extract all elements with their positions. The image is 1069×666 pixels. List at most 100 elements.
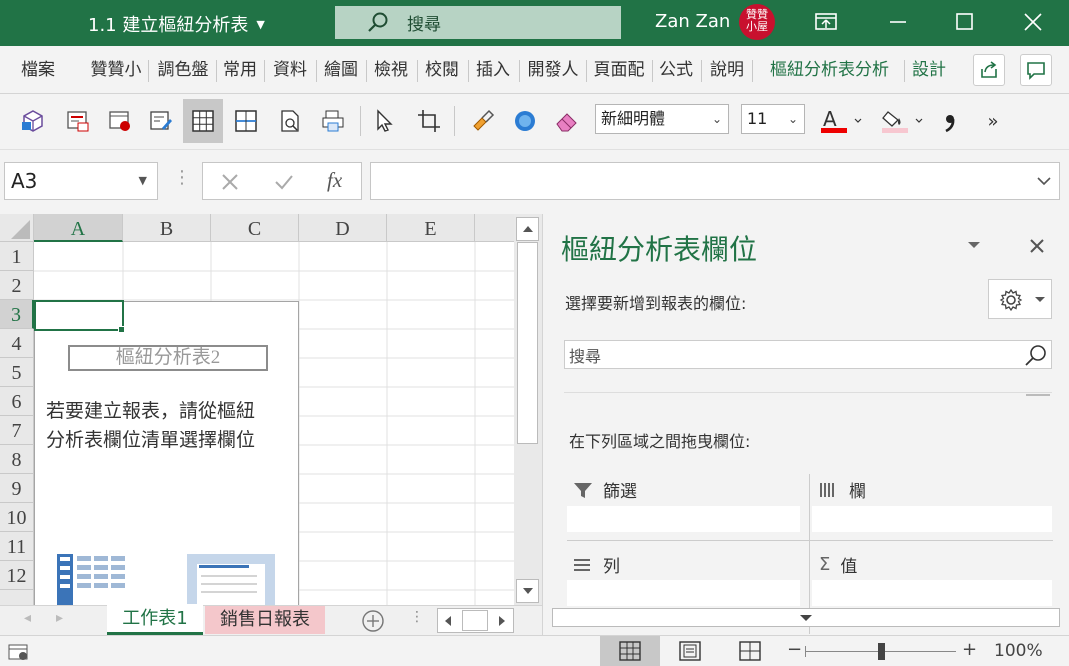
tab-pivottable-analyze[interactable]: 樞紐分析表分析 xyxy=(757,46,902,94)
worksheet-grid[interactable]: A B C D E 1 2 3 4 5 6 7 8 9 10 11 12 樞紐分… xyxy=(0,214,514,605)
row-header-6[interactable]: 6 xyxy=(0,387,34,416)
formula-input[interactable] xyxy=(370,162,1060,200)
format-painter-button[interactable] xyxy=(463,99,503,143)
horizontal-scrollbar[interactable] xyxy=(437,608,514,633)
tools-button[interactable] xyxy=(988,279,1052,319)
tab-insert[interactable]: 插入 xyxy=(472,46,514,94)
normal-view-button[interactable] xyxy=(600,636,660,666)
macro-record-icon[interactable] xyxy=(8,642,30,662)
splitter-handle[interactable] xyxy=(1026,394,1050,396)
record-button[interactable] xyxy=(100,99,140,143)
fill-handle[interactable] xyxy=(118,326,125,333)
filters-drop-zone[interactable] xyxy=(567,506,800,532)
scroll-down-button[interactable] xyxy=(516,579,539,603)
more-tools-button[interactable]: » xyxy=(973,99,1013,143)
defer-layout-bar[interactable] xyxy=(552,608,1060,627)
column-header-e[interactable]: E xyxy=(387,214,475,242)
pane-close-icon[interactable] xyxy=(1029,238,1045,254)
values-drop-zone[interactable] xyxy=(812,580,1052,606)
maximize-icon[interactable] xyxy=(956,13,974,31)
font-size-select[interactable]: 11 ⌄ xyxy=(741,104,805,134)
row-header-3[interactable]: 3 xyxy=(0,300,34,329)
font-color-button[interactable]: A xyxy=(815,99,865,143)
font-name-select[interactable]: 新細明體 ⌄ xyxy=(595,104,729,134)
tab-page-layout[interactable]: 頁面配 xyxy=(589,46,649,94)
tab-home[interactable]: 常用 xyxy=(219,46,261,94)
tab-design[interactable]: 設計 xyxy=(908,46,950,94)
scroll-right-icon[interactable] xyxy=(496,614,508,628)
active-cell-a3[interactable] xyxy=(34,300,124,331)
add-sheet-icon[interactable] xyxy=(361,609,385,633)
row-header-9[interactable]: 9 xyxy=(0,474,34,503)
page-layout-view-icon[interactable] xyxy=(679,641,701,661)
user-name[interactable]: Zan Zan xyxy=(655,11,730,32)
clear-format-button[interactable] xyxy=(547,99,587,143)
check-icon[interactable] xyxy=(274,173,294,191)
tab-file[interactable]: 檔案 xyxy=(17,46,59,94)
print-button[interactable] xyxy=(313,99,353,143)
row-header-13[interactable] xyxy=(0,590,34,605)
column-header-b[interactable]: B xyxy=(123,214,211,242)
shape-circle-button[interactable] xyxy=(505,99,545,143)
column-header-a[interactable]: A xyxy=(34,214,123,242)
zoom-slider-thumb[interactable] xyxy=(878,643,885,660)
select-all-corner[interactable] xyxy=(0,214,34,242)
crop-button[interactable] xyxy=(409,99,449,143)
ribbon-display-icon[interactable] xyxy=(814,11,838,33)
sheet-prev-icon[interactable]: ◂ xyxy=(24,610,31,626)
cancel-icon[interactable] xyxy=(221,173,239,191)
pivot-options-button[interactable] xyxy=(58,99,98,143)
column-header-f[interactable] xyxy=(475,214,514,242)
fill-color-button[interactable] xyxy=(876,99,926,143)
zoom-slider[interactable] xyxy=(805,643,956,660)
zoom-in-button[interactable]: + xyxy=(962,639,977,660)
close-icon[interactable] xyxy=(1024,13,1042,31)
data-model-button[interactable] xyxy=(13,99,53,143)
row-header-11[interactable]: 11 xyxy=(0,532,34,561)
workbook-title[interactable]: 1.1 建立樞紐分析表 ▼ xyxy=(88,11,265,37)
comments-button[interactable] xyxy=(1020,54,1052,86)
tab-data[interactable]: 資料 xyxy=(269,46,311,94)
tab-draw[interactable]: 繪圖 xyxy=(320,46,362,94)
pivot-table-placeholder[interactable]: 樞紐分析表2 若要建立報表，請從樞紐 分析表欄位清單選擇欄位 xyxy=(34,301,299,605)
page-break-view-icon[interactable] xyxy=(739,641,761,661)
tab-help[interactable]: 說明 xyxy=(706,46,748,94)
row-header-4[interactable]: 4 xyxy=(0,329,34,358)
row-header-1[interactable]: 1 xyxy=(0,242,34,271)
scroll-left-icon[interactable] xyxy=(442,614,454,628)
chevron-down-icon[interactable] xyxy=(1037,176,1051,186)
minimize-icon[interactable] xyxy=(890,21,908,25)
row-header-8[interactable]: 8 xyxy=(0,445,34,474)
print-preview-button[interactable] xyxy=(270,99,310,143)
pane-options-chevron-icon[interactable] xyxy=(967,240,981,250)
row-header-12[interactable]: 12 xyxy=(0,561,34,590)
sheet-tab-1[interactable]: 工作表1 xyxy=(107,604,203,635)
borders-button[interactable] xyxy=(226,99,266,143)
insert-function-button[interactable]: fx xyxy=(327,168,342,193)
tab-developer[interactable]: 開發人 xyxy=(523,46,583,94)
scroll-thumb[interactable] xyxy=(517,242,538,444)
column-header-d[interactable]: D xyxy=(299,214,387,242)
tab-palette[interactable]: 調色盤 xyxy=(152,46,214,94)
horizontal-scroll-thumb[interactable] xyxy=(462,610,488,631)
field-list-area[interactable] xyxy=(564,392,1052,395)
row-header-10[interactable]: 10 xyxy=(0,503,34,532)
avatar[interactable]: 贊贊小屋 xyxy=(739,4,775,40)
vertical-scrollbar[interactable] xyxy=(514,214,542,605)
row-header-5[interactable]: 5 xyxy=(0,358,34,387)
share-button[interactable] xyxy=(973,54,1005,86)
zoom-out-button[interactable]: − xyxy=(787,639,802,660)
tab-formulas[interactable]: 公式 xyxy=(655,46,697,94)
select-button[interactable] xyxy=(364,99,404,143)
field-search-input[interactable]: 搜尋 xyxy=(564,340,1052,369)
tab-review[interactable]: 校閱 xyxy=(421,46,463,94)
columns-drop-zone[interactable] xyxy=(812,506,1052,532)
sheet-next-icon[interactable]: ▸ xyxy=(56,610,63,626)
zoom-level[interactable]: 100% xyxy=(994,641,1043,661)
rows-drop-zone[interactable] xyxy=(567,580,800,606)
name-box[interactable]: A3 ▼ xyxy=(4,162,158,200)
tab-view[interactable]: 檢視 xyxy=(370,46,412,94)
search-box[interactable]: 搜尋 xyxy=(335,6,621,39)
scroll-up-button[interactable] xyxy=(516,217,539,241)
comma-style-button[interactable] xyxy=(930,99,970,143)
